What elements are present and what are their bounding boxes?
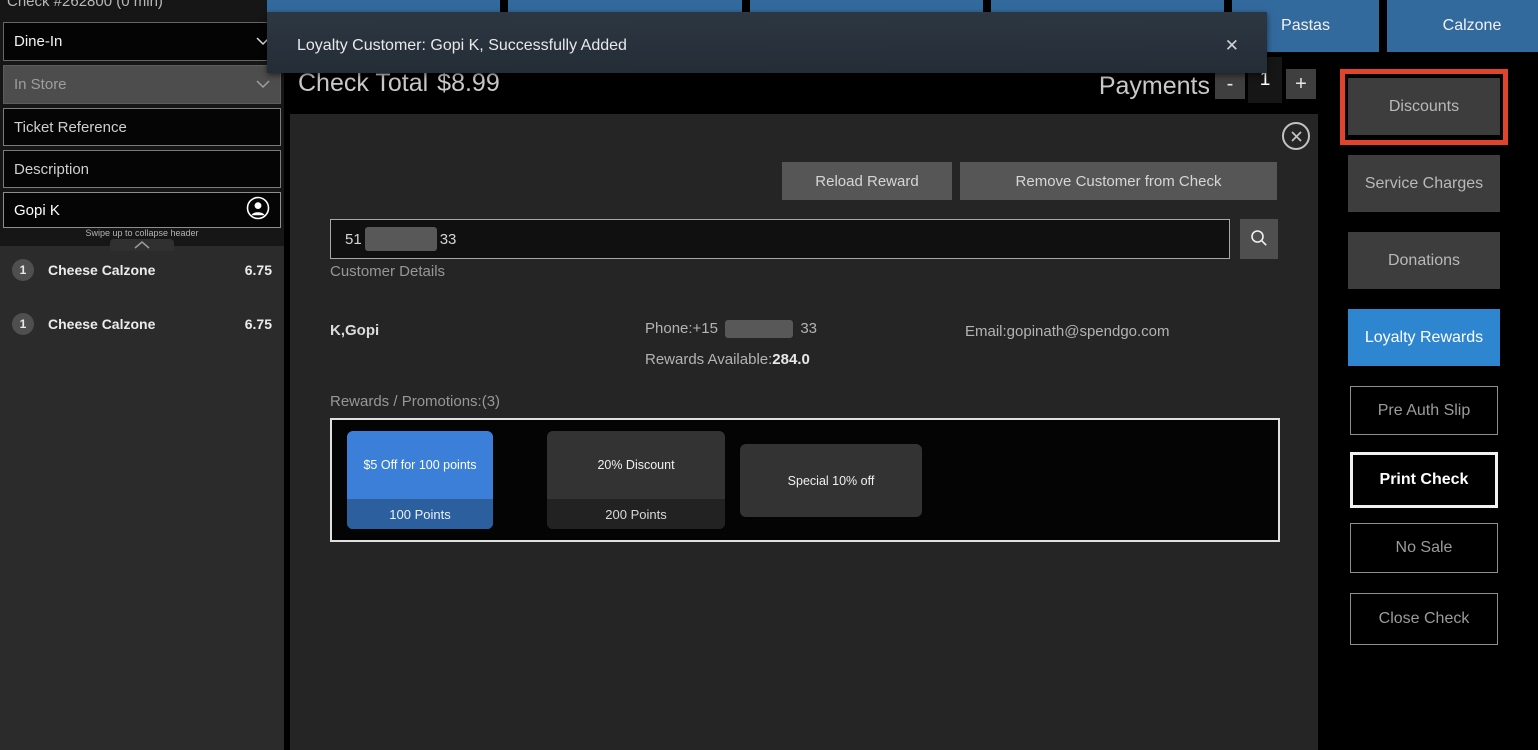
payments-increment-button[interactable]: + (1286, 69, 1316, 99)
loyalty-rewards-button[interactable]: Loyalty Rewards (1348, 309, 1500, 366)
customer-phone: Phone:+15 33 (645, 320, 817, 338)
print-check-button[interactable]: Print Check (1350, 452, 1498, 508)
item-price: 6.75 (245, 262, 272, 278)
item-name: Cheese Calzone (48, 262, 245, 278)
ticket-reference-input[interactable]: Ticket Reference (3, 108, 281, 146)
rewards-list-container: $5 Off for 100 points 100 Points 20% Dis… (330, 418, 1280, 542)
item-name: Cheese Calzone (48, 316, 245, 332)
reward-card-selected[interactable]: $5 Off for 100 points 100 Points (347, 431, 493, 529)
payments-decrement-button[interactable]: - (1215, 69, 1245, 99)
description-input[interactable]: Description (3, 150, 281, 188)
reward-title: 20% Discount (547, 431, 725, 499)
redaction-box (365, 227, 437, 251)
check-total: Check Total $8.99 (298, 69, 509, 98)
payments-label: Payments (1099, 72, 1210, 101)
check-total-amount: $8.99 (437, 69, 500, 97)
redaction-box (725, 320, 793, 338)
collapse-header-button[interactable] (110, 239, 174, 251)
order-channel-value: In Store (14, 76, 256, 93)
check-number-header: Check #262800 (0 min) (7, 0, 163, 10)
close-check-button[interactable]: Close Check (1350, 593, 1498, 645)
toast-message: Loyalty Customer: Gopi K, Successfully A… (297, 37, 627, 55)
service-charges-button[interactable]: Service Charges (1348, 155, 1500, 212)
customer-name-value: Gopi K (14, 202, 246, 219)
phone-end: 33 (800, 320, 817, 337)
search-icon (1249, 228, 1269, 251)
item-price: 6.75 (245, 316, 272, 332)
reward-card[interactable]: 20% Discount 200 Points (547, 431, 725, 529)
search-value-start: 51 (345, 231, 362, 248)
search-value-end: 33 (440, 231, 457, 248)
reward-points: 200 Points (547, 499, 725, 529)
customer-profile-icon[interactable] (246, 196, 270, 224)
remove-customer-button[interactable]: Remove Customer from Check (960, 162, 1277, 200)
reload-reward-button[interactable]: Reload Reward (782, 162, 952, 200)
customer-email: Email:gopinath@spendgo.com (965, 323, 1170, 340)
tab-calzones[interactable]: Calzone (1387, 0, 1538, 52)
rewards-available-label: Rewards Available: (645, 351, 772, 368)
close-panel-icon[interactable] (1282, 122, 1310, 150)
order-channel-dropdown[interactable]: In Store (3, 65, 281, 104)
rewards-available-value: 284.0 (772, 351, 810, 368)
close-icon[interactable]: ✕ (1225, 36, 1239, 56)
order-type-value: Dine-In (14, 33, 256, 50)
chevron-down-icon (256, 76, 270, 93)
rewards-promotions-label: Rewards / Promotions:(3) (330, 393, 500, 410)
item-quantity-badge: 1 (12, 259, 34, 281)
customer-fullname: K,Gopi (330, 322, 379, 339)
pre-auth-slip-button[interactable]: Pre Auth Slip (1350, 386, 1498, 435)
toast-notification: Loyalty Customer: Gopi K, Successfully A… (267, 12, 1267, 73)
donations-button[interactable]: Donations (1348, 232, 1500, 289)
rewards-available: Rewards Available:284.0 (645, 351, 810, 368)
order-line-item[interactable]: 1 Cheese Calzone 6.75 (0, 252, 284, 288)
loyalty-rewards-panel: Check Total$8.99 Payments - 1 + Reload R… (290, 52, 1318, 750)
reward-card[interactable]: Special 10% off (740, 444, 922, 517)
check-total-label: Check Total (298, 69, 428, 97)
order-type-dropdown[interactable]: Dine-In (3, 22, 281, 61)
customer-search-input[interactable]: 51 33 (330, 219, 1230, 259)
no-sale-button[interactable]: No Sale (1350, 523, 1498, 573)
phone-start: Phone:+15 (645, 320, 718, 337)
customer-details-label: Customer Details (330, 263, 445, 280)
discounts-button[interactable]: Discounts (1348, 78, 1500, 135)
ticket-reference-placeholder: Ticket Reference (14, 119, 270, 136)
order-panel: Check #262800 (0 min) Dine-In In Store T… (0, 0, 284, 750)
order-line-item[interactable]: 1 Cheese Calzone 6.75 (0, 306, 284, 342)
reward-points: 100 Points (347, 499, 493, 529)
reward-title: $5 Off for 100 points (347, 431, 493, 499)
customer-name-field[interactable]: Gopi K (3, 192, 281, 228)
reward-title: Special 10% off (740, 444, 922, 517)
description-placeholder: Description (14, 161, 270, 178)
item-quantity-badge: 1 (12, 313, 34, 335)
search-button[interactable] (1240, 219, 1278, 259)
